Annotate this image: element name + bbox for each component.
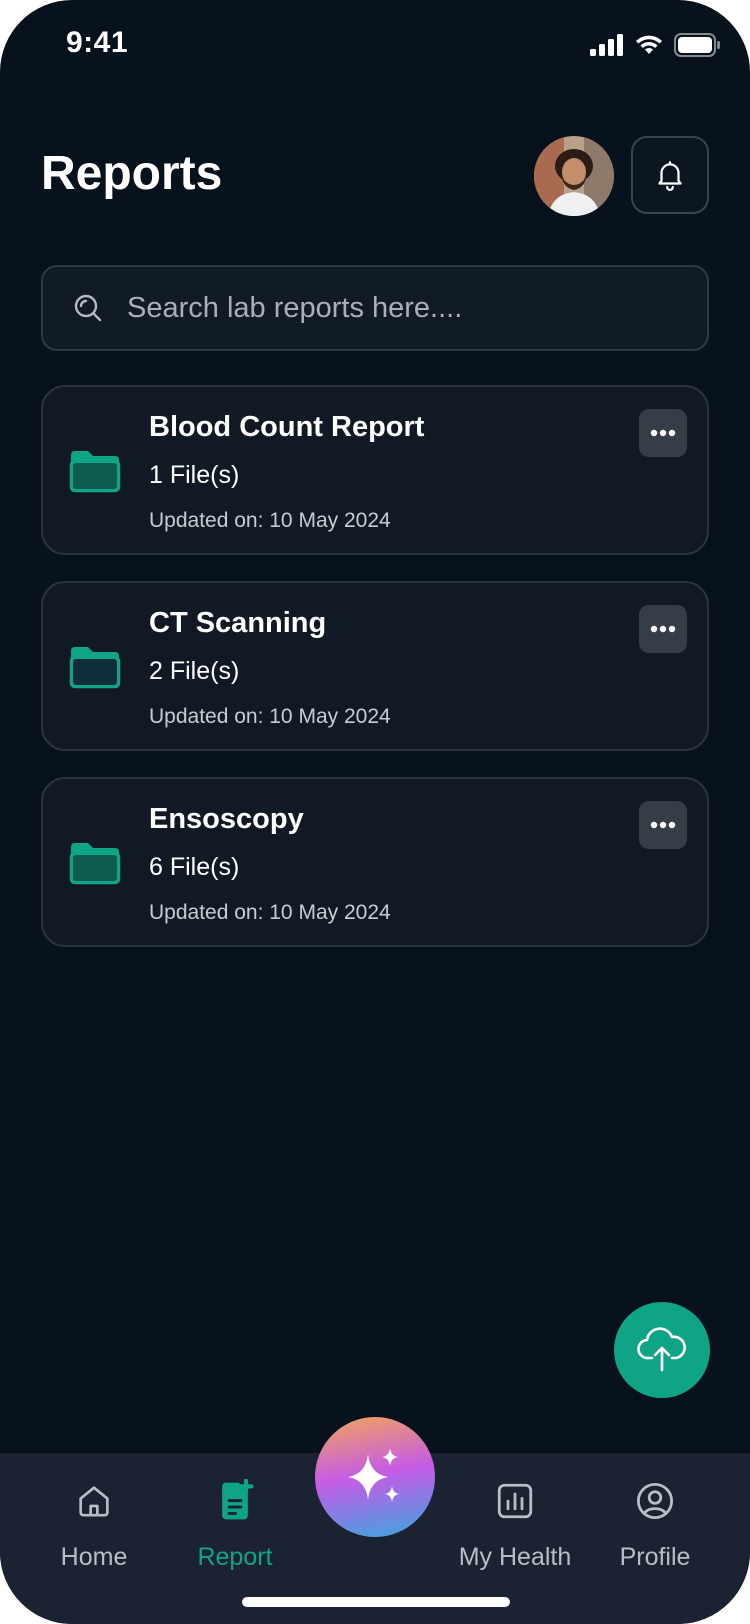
nav-my-health-label: My Health (458, 1543, 572, 1571)
report-title: Blood Count Report (149, 411, 425, 443)
more-options-button[interactable] (639, 409, 687, 457)
status-time: 9:41 (66, 26, 129, 59)
search-icon (71, 291, 105, 325)
report-file-count: 6 File(s) (149, 853, 240, 881)
search-bar[interactable] (41, 265, 709, 351)
report-card[interactable]: CT Scanning 2 File(s) Updated on: 10 May… (41, 581, 709, 751)
sparkle-icon (348, 1448, 399, 1502)
ai-assistant-button[interactable] (315, 1417, 435, 1537)
home-icon (70, 1477, 118, 1525)
report-updated-date: Updated on: 10 May 2024 (149, 705, 391, 728)
more-options-button[interactable] (639, 801, 687, 849)
signal-icon (590, 34, 623, 56)
report-file-count: 1 File(s) (149, 461, 240, 489)
upload-cloud-icon (637, 1327, 686, 1372)
report-card[interactable]: Ensoscopy 6 File(s) Updated on: 10 May 2… (41, 777, 709, 947)
more-options-button[interactable] (639, 605, 687, 653)
avatar[interactable] (534, 136, 614, 216)
battery-icon (674, 33, 720, 57)
search-input[interactable] (125, 290, 689, 326)
report-card[interactable]: Blood Count Report 1 File(s) Updated on:… (41, 385, 709, 555)
profile-icon (631, 1477, 679, 1525)
status-icons (590, 33, 720, 57)
nav-home[interactable]: Home (19, 1453, 169, 1593)
folder-icon (69, 451, 121, 493)
nav-report[interactable]: Report (160, 1453, 310, 1593)
folder-icon (69, 647, 121, 689)
home-indicator (242, 1597, 510, 1607)
health-chart-icon (491, 1477, 539, 1525)
report-updated-date: Updated on: 10 May 2024 (149, 901, 391, 924)
report-title: Ensoscopy (149, 803, 304, 835)
more-icon (650, 625, 676, 633)
more-icon (650, 429, 676, 437)
bell-icon (658, 161, 682, 191)
nav-report-label: Report (197, 1543, 273, 1571)
wifi-icon (636, 35, 662, 54)
report-file-count: 2 File(s) (149, 657, 240, 685)
nav-home-label: Home (60, 1543, 128, 1571)
notifications-button[interactable] (631, 136, 709, 214)
nav-my-health[interactable]: My Health (440, 1453, 590, 1593)
folder-icon (69, 843, 121, 885)
nav-profile-label: Profile (619, 1543, 691, 1571)
report-icon (211, 1477, 259, 1525)
more-icon (650, 821, 676, 829)
page-title: Reports (41, 147, 223, 200)
nav-profile[interactable]: Profile (580, 1453, 730, 1593)
report-title: CT Scanning (149, 607, 327, 639)
app-screen: 9:41 Reports Search lab reports here....… (0, 0, 750, 1624)
upload-report-button[interactable] (614, 1302, 710, 1398)
report-updated-date: Updated on: 10 May 2024 (149, 509, 391, 532)
